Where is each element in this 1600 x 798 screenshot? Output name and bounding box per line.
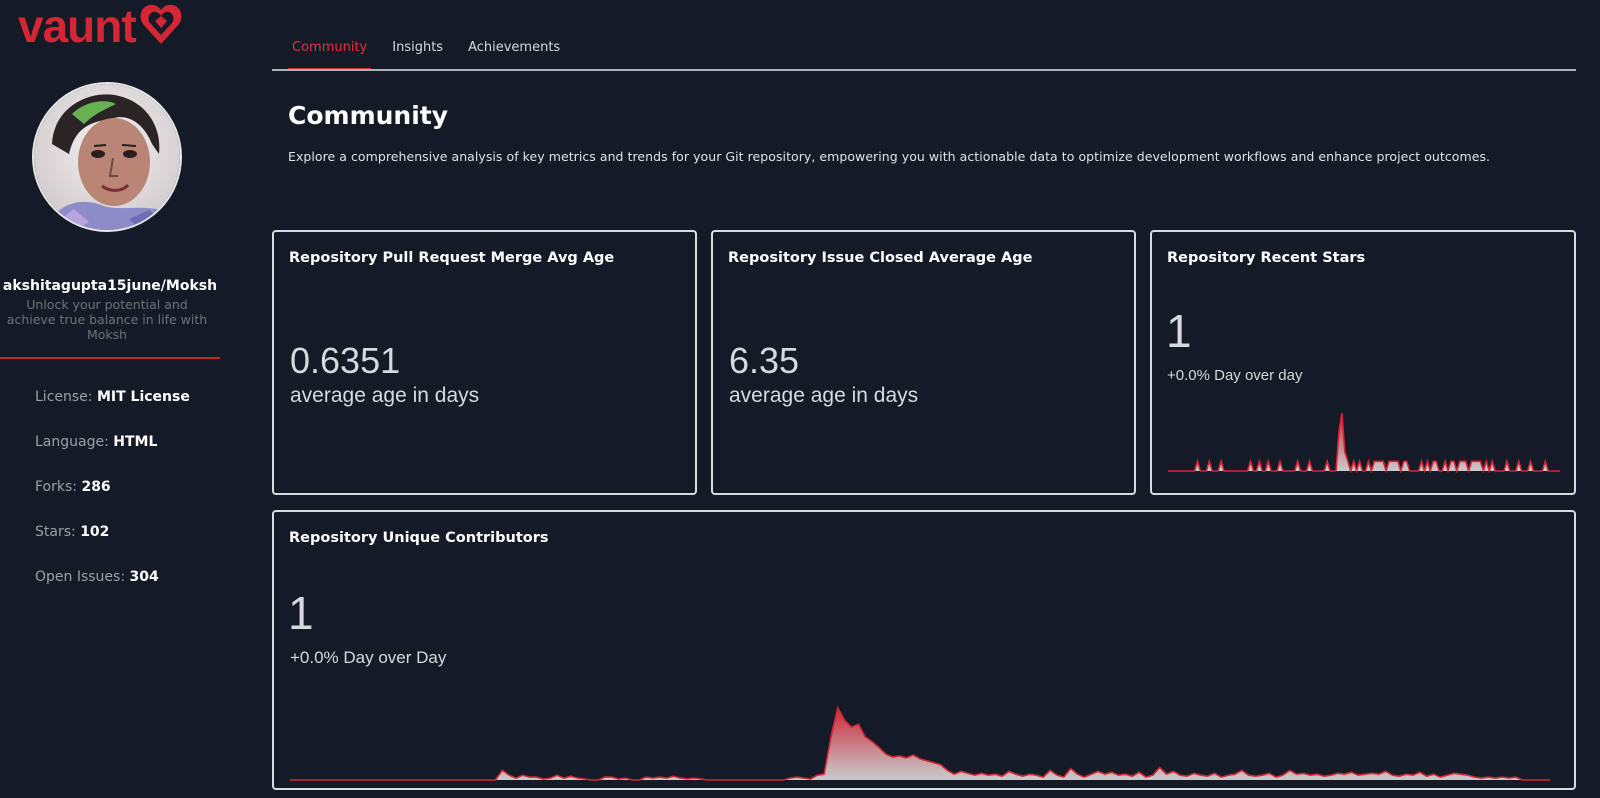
- contributors-sparkline: [290, 705, 1550, 781]
- sidebar-divider: [0, 357, 220, 359]
- tab-achievements[interactable]: Achievements: [468, 36, 560, 70]
- metric-value: 0.6351: [290, 340, 401, 381]
- heart-icon: [140, 4, 182, 44]
- sparkline-line-0: [1168, 412, 1560, 473]
- metric-value: 1: [1166, 305, 1192, 357]
- tabs-divider: [272, 69, 1576, 71]
- stat-value: MIT License: [96, 389, 190, 405]
- stat-stars: Stars: 102: [35, 524, 109, 540]
- stat-open-issues: Open Issues: 304: [35, 569, 159, 585]
- stat-value: 286: [81, 479, 111, 495]
- metric-value: 6.35: [729, 340, 800, 381]
- sparkline-area-0: [1168, 413, 1560, 471]
- sidebar: vaunt akshitagupta15june/Moksh Unlock yo…: [0, 0, 220, 798]
- stat-value: HTML: [113, 434, 158, 450]
- card-pr-merge-age: Repository Pull Request Merge Avg Age 0.…: [272, 230, 697, 495]
- metric-label: +0.0% Day over day: [1167, 367, 1303, 384]
- metric-label: average age in days: [729, 384, 919, 407]
- stat-label: Stars:: [35, 524, 76, 540]
- repo-username: akshitagupta15june/Moksh: [2, 278, 218, 294]
- card-issue-closed-age: Repository Issue Closed Average Age 6.35…: [711, 230, 1136, 495]
- avatar: [32, 82, 182, 232]
- stat-forks: Forks: 286: [35, 479, 111, 495]
- page-title: Community: [288, 101, 449, 130]
- stat-value: 304: [129, 569, 159, 585]
- sparkline-area-1: [290, 708, 1550, 780]
- stat-label: Open Issues:: [35, 569, 126, 585]
- card-title: Repository Recent Stars: [1167, 250, 1366, 266]
- stat-label: Language:: [35, 434, 109, 450]
- card-title: Repository Issue Closed Average Age: [728, 250, 1033, 266]
- stat-license: License: MIT License: [35, 389, 190, 405]
- stat-language: Language: HTML: [35, 434, 157, 450]
- metric-label: average age in days: [290, 384, 480, 407]
- card-title: Repository Unique Contributors: [289, 530, 549, 546]
- vaunt-logo[interactable]: vaunt: [18, 0, 182, 52]
- stars-sparkline: [1168, 412, 1560, 473]
- stat-value: 102: [80, 524, 110, 540]
- card-unique-contributors: Repository Unique Contributors 1 +0.0% D…: [272, 510, 1576, 790]
- stat-label: Forks:: [35, 479, 77, 495]
- metric-label: +0.0% Day over Day: [290, 648, 447, 667]
- metric-value: 1: [288, 587, 314, 639]
- tab-insights[interactable]: Insights: [392, 36, 443, 70]
- card-recent-stars: Repository Recent Stars 1 +0.0% Day over…: [1150, 230, 1576, 495]
- card-title: Repository Pull Request Merge Avg Age: [289, 250, 615, 266]
- repo-tagline: Unlock your potential and achieve true b…: [6, 297, 208, 342]
- tab-bar: Community Insights Achievements: [272, 36, 585, 70]
- logo-text: vaunt: [18, 0, 137, 52]
- page-description: Explore a comprehensive analysis of key …: [288, 149, 1491, 164]
- tab-community[interactable]: Community: [287, 36, 372, 70]
- stat-label: License:: [35, 389, 93, 405]
